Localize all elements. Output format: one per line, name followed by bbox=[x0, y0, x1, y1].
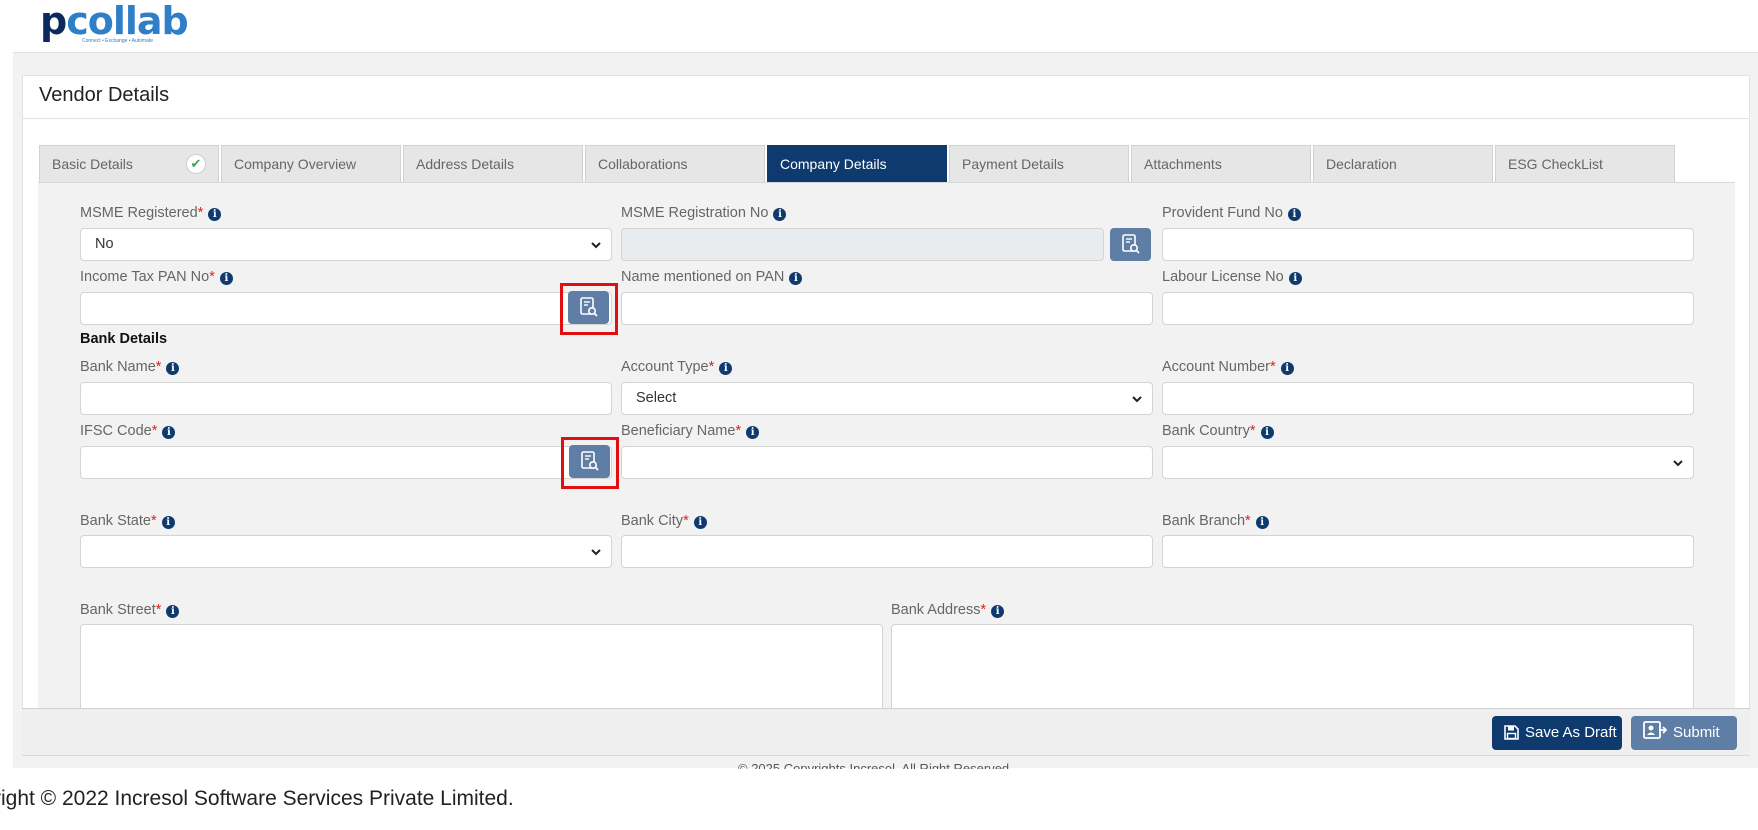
account-type-label: Account Type* i bbox=[621, 359, 733, 375]
bank-address-textarea[interactable] bbox=[891, 624, 1694, 708]
bank-street-textarea[interactable] bbox=[80, 624, 883, 708]
account-number-input[interactable] bbox=[1162, 382, 1694, 415]
tab-basic-details[interactable]: Basic Details ✔ bbox=[39, 145, 219, 182]
income-tax-pan-input[interactable] bbox=[80, 292, 612, 325]
chevron-down-icon bbox=[591, 549, 601, 556]
info-icon[interactable]: i bbox=[789, 272, 803, 285]
bank-state-select[interactable] bbox=[80, 535, 612, 568]
vendor-details-card: Vendor Details Basic Details ✔ Company O… bbox=[22, 75, 1750, 709]
bank-city-input[interactable] bbox=[621, 535, 1153, 568]
provident-fund-no-input[interactable] bbox=[1162, 228, 1694, 261]
info-icon[interactable]: i bbox=[1260, 426, 1274, 439]
info-icon[interactable]: i bbox=[166, 605, 180, 618]
info-icon[interactable]: i bbox=[773, 208, 787, 221]
app-logo: pcollab Connect • Exchange • Automate bbox=[40, 2, 190, 44]
info-icon[interactable]: i bbox=[1287, 208, 1301, 221]
tab-label: Declaration bbox=[1326, 156, 1397, 172]
document-search-icon bbox=[1122, 234, 1140, 254]
inner-copyright: © 2025 Copyrights Incresol. All Right Re… bbox=[738, 761, 1010, 769]
tab-label: Attachments bbox=[1144, 156, 1222, 172]
info-icon[interactable]: i bbox=[219, 272, 233, 285]
msme-verify-button[interactable] bbox=[1110, 228, 1151, 261]
ifsc-code-label: IFSC Code* i bbox=[80, 423, 176, 439]
tab-label: ESG CheckList bbox=[1508, 156, 1603, 172]
tab-declaration[interactable]: Declaration bbox=[1313, 145, 1493, 182]
form-area: MSME Registered* i No MSME Registration N… bbox=[38, 182, 1735, 708]
account-number-label: Account Number* i bbox=[1162, 359, 1294, 375]
floppy-disk-icon bbox=[1504, 725, 1519, 740]
name-on-pan-label: Name mentioned on PAN i bbox=[621, 269, 803, 285]
pan-verify-button[interactable] bbox=[568, 291, 609, 324]
info-icon[interactable]: i bbox=[991, 605, 1005, 618]
bank-details-heading: Bank Details bbox=[80, 331, 168, 347]
info-icon[interactable]: i bbox=[161, 516, 175, 529]
chevron-down-icon bbox=[1673, 460, 1683, 467]
document-search-icon bbox=[581, 451, 599, 471]
msme-registered-label: MSME Registered* i bbox=[80, 205, 222, 221]
tab-payment-details[interactable]: Payment Details bbox=[949, 145, 1129, 182]
chevron-down-icon bbox=[591, 242, 601, 249]
info-icon[interactable]: i bbox=[746, 426, 760, 439]
tab-attachments[interactable]: Attachments bbox=[1131, 145, 1311, 182]
msme-registered-select[interactable]: No bbox=[80, 228, 612, 261]
info-icon[interactable]: i bbox=[166, 362, 180, 375]
account-type-select[interactable]: Select bbox=[621, 382, 1153, 415]
bank-address-label: Bank Address* i bbox=[891, 602, 1005, 618]
ifsc-code-input[interactable] bbox=[80, 446, 612, 479]
name-on-pan-input[interactable] bbox=[621, 292, 1153, 325]
info-icon[interactable]: i bbox=[719, 362, 733, 375]
document-search-icon bbox=[580, 297, 598, 317]
beneficiary-name-label: Beneficiary Name* i bbox=[621, 423, 760, 439]
labour-license-no-label: Labour License No i bbox=[1162, 269, 1302, 285]
card-header: Vendor Details bbox=[23, 76, 1749, 119]
bank-country-select[interactable] bbox=[1162, 446, 1694, 479]
tab-label: Payment Details bbox=[962, 156, 1064, 172]
info-icon[interactable]: i bbox=[1288, 272, 1302, 285]
chevron-down-icon bbox=[1132, 396, 1142, 403]
tab-collaborations[interactable]: Collaborations bbox=[585, 145, 765, 182]
check-icon: ✔ bbox=[186, 154, 206, 174]
bank-name-label: Bank Name* i bbox=[80, 359, 180, 375]
msme-registration-no-input[interactable] bbox=[621, 228, 1104, 261]
save-as-draft-button[interactable]: Save As Draft bbox=[1492, 716, 1622, 750]
info-icon[interactable]: i bbox=[1255, 516, 1269, 529]
page-title: Vendor Details bbox=[39, 84, 170, 106]
bank-branch-label: Bank Branch* i bbox=[1162, 513, 1269, 529]
tab-esg-checklist[interactable]: ESG CheckList bbox=[1495, 145, 1675, 182]
info-icon[interactable]: i bbox=[1280, 362, 1294, 375]
bank-state-label: Bank State* i bbox=[80, 513, 175, 529]
submit-button[interactable]: Submit bbox=[1631, 716, 1737, 750]
action-bar bbox=[22, 708, 1750, 756]
bank-branch-input[interactable] bbox=[1162, 535, 1694, 568]
submit-icon bbox=[1643, 721, 1668, 739]
bank-city-label: Bank City* i bbox=[621, 513, 707, 529]
tab-company-overview[interactable]: Company Overview bbox=[221, 145, 401, 182]
tab-company-details[interactable]: Company Details bbox=[767, 145, 947, 182]
info-icon[interactable]: i bbox=[208, 208, 222, 221]
tab-address-details[interactable]: Address Details bbox=[403, 145, 583, 182]
tab-label: Company Overview bbox=[234, 156, 357, 172]
income-tax-pan-label: Income Tax PAN No* i bbox=[80, 269, 233, 285]
tab-label: Address Details bbox=[416, 156, 515, 172]
tab-label: Collaborations bbox=[598, 156, 688, 172]
beneficiary-name-input[interactable] bbox=[621, 446, 1153, 479]
tab-label: Basic Details bbox=[52, 156, 133, 172]
ifsc-verify-button[interactable] bbox=[569, 445, 610, 478]
labour-license-no-input[interactable] bbox=[1162, 292, 1694, 325]
provident-fund-no-label: Provident Fund No i bbox=[1162, 205, 1301, 221]
outer-copyright: right © 2022 Incresol Software Services … bbox=[0, 787, 514, 810]
bank-name-input[interactable] bbox=[80, 382, 612, 415]
bank-street-label: Bank Street* i bbox=[80, 602, 180, 618]
msme-registration-no-label: MSME Registration No i bbox=[621, 205, 787, 221]
bank-country-label: Bank Country* i bbox=[1162, 423, 1274, 439]
info-icon[interactable]: i bbox=[693, 516, 707, 529]
info-icon[interactable]: i bbox=[162, 426, 176, 439]
tab-label: Company Details bbox=[780, 156, 887, 172]
